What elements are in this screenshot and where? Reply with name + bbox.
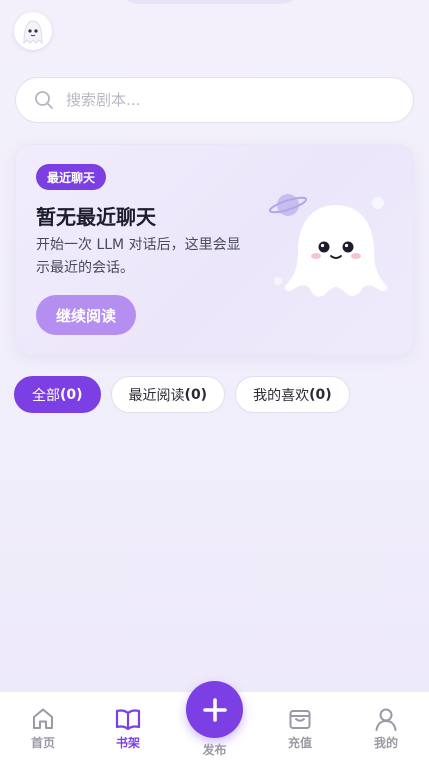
wallet-icon (289, 710, 311, 729)
continue-reading-button[interactable]: 继续阅读 (36, 295, 136, 335)
search-icon (35, 91, 53, 109)
search-bar[interactable] (15, 77, 414, 123)
card-description: 开始一次 LLM 对话后，这里会显示最近的会话。 (36, 237, 241, 276)
home-icon (33, 708, 53, 729)
recent-chat-card: 最近聊天 暂无最近聊天 开始一次 LLM 对话后，这里会显示最近的会话。 继续阅… (15, 144, 414, 355)
filter-chips: 全部 (0) 最近阅读 (0) 我的喜欢 (0) (14, 376, 350, 413)
filter-recent-reading[interactable]: 最近阅读 (0) (110, 376, 226, 413)
ghost-mascot-icon (268, 194, 388, 297)
filter-favorites[interactable]: 我的喜欢 (0) (235, 376, 350, 413)
user-icon (375, 708, 397, 731)
recent-chat-badge: 最近聊天 (36, 164, 107, 190)
planet-icon (268, 194, 308, 216)
tab-bookshelf[interactable]: 书架 (98, 706, 158, 751)
plus-icon (202, 697, 227, 722)
publish-button[interactable] (186, 681, 243, 738)
top-decoration (120, 0, 300, 4)
filter-all[interactable]: 全部 (0) (14, 376, 101, 413)
search-input[interactable] (66, 91, 366, 109)
tab-home[interactable]: 首页 (13, 706, 73, 751)
book-icon (115, 709, 141, 731)
card-title: 暂无最近聊天 (36, 205, 156, 229)
avatar-ghost-icon (23, 20, 43, 45)
publish-label: 发布 (202, 743, 227, 757)
avatar[interactable] (14, 12, 52, 50)
tab-mine[interactable]: 我的 (356, 706, 416, 751)
tab-recharge[interactable]: 充值 (270, 706, 330, 751)
